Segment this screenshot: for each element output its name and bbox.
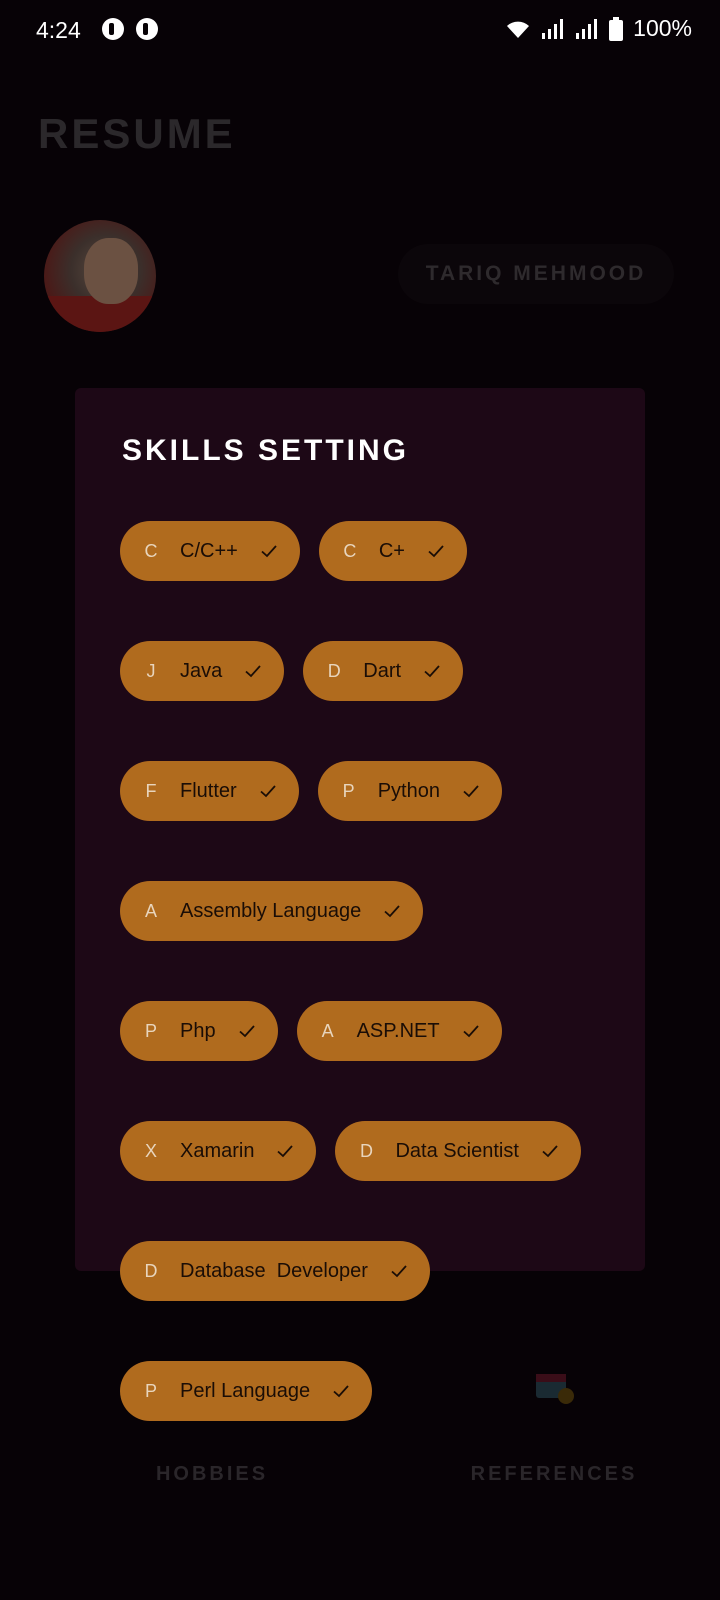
check-icon (462, 1025, 479, 1038)
chip-label: Assembly Language (180, 899, 362, 922)
chip-avatar: D (144, 1260, 158, 1281)
check-icon (463, 785, 479, 798)
status-time: 4:24 (36, 17, 81, 43)
chip-label: C+ (378, 539, 405, 562)
chip-label: C/C++ (180, 539, 238, 562)
battery-icon (609, 16, 624, 41)
chip-label: Php (180, 1019, 216, 1042)
chip-label: Java (180, 659, 223, 682)
signal-icon (576, 18, 598, 39)
chip-label: Xamarin (180, 1139, 255, 1162)
chip-avatar: D (359, 1140, 373, 1161)
skill-chip[interactable]: D Data Scientist (335, 1121, 581, 1181)
battery-percent: 100% (633, 15, 692, 41)
name-button[interactable]: TARIQ MEHMOOD (398, 244, 674, 304)
chip-avatar: J (146, 660, 156, 681)
check-icon (333, 1385, 349, 1398)
chip-avatar: P (144, 1380, 157, 1401)
check-icon (261, 545, 277, 558)
chip-avatar: F (145, 780, 157, 801)
avatar[interactable] (44, 220, 156, 332)
chip-avatar: A (144, 900, 157, 921)
check-icon (245, 665, 261, 678)
dialog-title: SKILLS SETTING (122, 434, 410, 467)
check-icon (424, 665, 440, 678)
chip-label: Flutter (180, 779, 237, 802)
chip-avatar: P (342, 780, 355, 801)
skill-chip[interactable]: A ASP.NET (296, 1001, 502, 1061)
skill-chip[interactable]: C C/C++ (120, 521, 300, 581)
check-icon (260, 785, 276, 798)
skill-chip[interactable]: A Assembly Language (120, 881, 424, 941)
check-icon (384, 905, 400, 918)
chip-label: Python (377, 779, 440, 802)
check-icon (428, 545, 444, 558)
chip-label: Dart (363, 659, 402, 682)
skill-chip[interactable]: J Java (120, 641, 285, 701)
chip-avatar: C (144, 540, 158, 561)
app-notification-icon (136, 18, 158, 40)
status-bar: 4:24 100% (0, 0, 720, 62)
skill-chip[interactable]: D Database Developer (120, 1241, 430, 1301)
chip-label: Perl Language (180, 1379, 311, 1402)
chip-avatar: D (327, 660, 341, 681)
skill-chip[interactable]: P Perl Language (120, 1361, 373, 1421)
skill-chip[interactable]: C C+ (318, 521, 467, 581)
skill-chip[interactable]: F Flutter (120, 761, 299, 821)
chip-avatar: P (144, 1020, 157, 1041)
check-icon (542, 1145, 558, 1158)
chip-avatar: X (144, 1140, 157, 1161)
signal-icon (542, 18, 564, 39)
chip-label: Database Developer (180, 1259, 368, 1282)
app-notification-icon (102, 18, 124, 40)
chip-avatar: C (343, 540, 357, 561)
chip-label: Data Scientist (395, 1139, 519, 1162)
skill-chip[interactable]: D Dart (303, 641, 464, 701)
skill-chip[interactable]: X Xamarin (120, 1121, 317, 1181)
page-title: RESUME (38, 110, 236, 157)
chip-label: ASP.NET (356, 1019, 440, 1042)
chip-avatar: A (321, 1020, 334, 1041)
check-icon (238, 1025, 255, 1038)
skill-chip[interactable]: P Php (120, 1001, 278, 1061)
check-icon (277, 1145, 294, 1158)
nav-label: HOBBIES (155, 1463, 269, 1485)
wifi-icon (507, 21, 530, 38)
nav-label: REFERENCES (470, 1463, 638, 1485)
skills-chip-list: C C/C++ C C+ J Java D Dart F Flutter P Python A Assem… (120, 521, 610, 1421)
check-icon (391, 1265, 407, 1278)
skills-setting-dialog: SKILLS SETTING C C/C++ C C+ J Java D Dart F Flutt… (75, 388, 645, 1421)
skill-chip[interactable]: P Python (317, 761, 502, 821)
